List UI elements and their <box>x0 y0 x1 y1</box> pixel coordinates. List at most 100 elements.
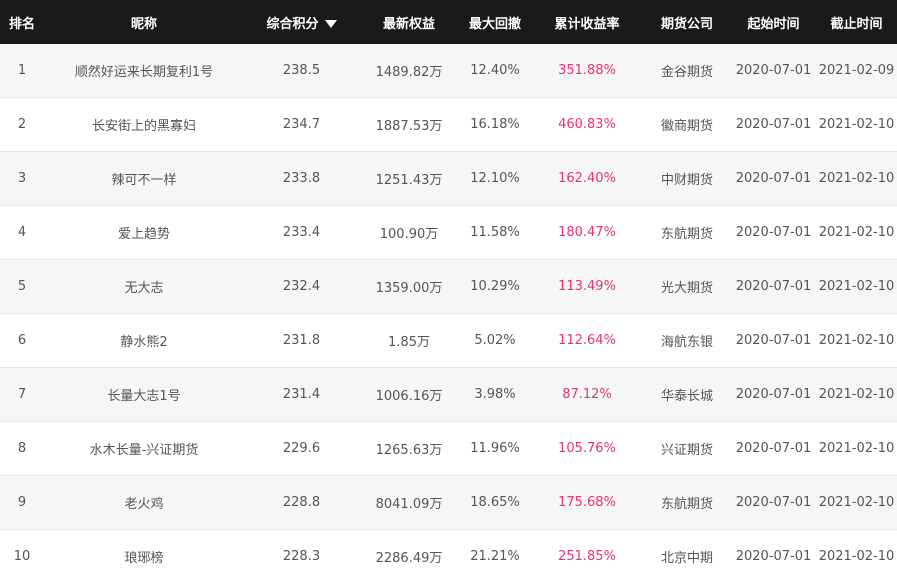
cell-drawdown: 12.40% <box>459 44 531 98</box>
cell-rank: 9 <box>0 475 44 530</box>
cell-start: 2020-07-01 <box>731 151 816 206</box>
cell-drawdown: 16.18% <box>459 97 531 152</box>
cell-company: 金谷期货 <box>643 44 731 98</box>
cell-drawdown: 10.29% <box>459 259 531 314</box>
cell-start: 2020-07-01 <box>731 97 816 152</box>
header-score-label: 综合积分 <box>266 16 319 32</box>
cell-score: 231.4 <box>244 367 359 422</box>
cell-rank: 6 <box>0 313 44 368</box>
cell-equity: 1251.43万 <box>359 151 459 206</box>
cell-return: 180.47% <box>531 205 643 260</box>
table-row[interactable]: 8 水木长量-兴证期货 229.6 1265.63万 11.96% 105.76… <box>0 421 897 476</box>
header-drawdown[interactable]: 最大回撤 <box>459 0 531 44</box>
cell-rank: 2 <box>0 97 44 152</box>
cell-return: 162.40% <box>531 151 643 206</box>
cell-score: 229.6 <box>244 421 359 476</box>
ranking-table-container: 排名 昵称 综合积分 最新权益 最大回撤 累计收益率 期货公司 起始时间 截止时… <box>0 0 897 579</box>
cell-return: 87.12% <box>531 367 643 422</box>
cell-start: 2020-07-01 <box>731 475 816 530</box>
cell-rank: 4 <box>0 205 44 260</box>
cell-nickname[interactable]: 老火鸡 <box>44 475 244 530</box>
cell-equity: 1265.63万 <box>359 421 459 476</box>
header-rank[interactable]: 排名 <box>0 0 44 44</box>
cell-company: 东航期货 <box>643 205 731 260</box>
cell-end: 2021-02-10 <box>816 313 897 368</box>
header-return[interactable]: 累计收益率 <box>531 0 643 44</box>
cell-score: 231.8 <box>244 313 359 368</box>
table-row[interactable]: 1 顺然好运来长期复利1号 238.5 1489.82万 12.40% 351.… <box>0 44 897 98</box>
table-body: 1 顺然好运来长期复利1号 238.5 1489.82万 12.40% 351.… <box>0 44 897 579</box>
cell-score: 233.8 <box>244 151 359 206</box>
cell-company: 北京中期 <box>643 529 731 579</box>
cell-rank: 7 <box>0 367 44 422</box>
cell-nickname[interactable]: 爱上趋势 <box>44 205 244 260</box>
cell-drawdown: 3.98% <box>459 367 531 422</box>
cell-end: 2021-02-10 <box>816 97 897 152</box>
header-company-label: 期货公司 <box>660 16 713 32</box>
header-nickname[interactable]: 昵称 <box>44 0 244 44</box>
cell-nickname[interactable]: 顺然好运来长期复利1号 <box>44 44 244 98</box>
cell-drawdown: 12.10% <box>459 151 531 206</box>
cell-drawdown: 21.21% <box>459 529 531 579</box>
cell-company: 中财期货 <box>643 151 731 206</box>
header-equity[interactable]: 最新权益 <box>359 0 459 44</box>
cell-nickname[interactable]: 静水熊2 <box>44 313 244 368</box>
table-row[interactable]: 9 老火鸡 228.8 8041.09万 18.65% 175.68% 东航期货… <box>0 475 897 530</box>
header-return-label: 累计收益率 <box>554 16 620 32</box>
cell-nickname[interactable]: 长量大志1号 <box>44 367 244 422</box>
header-rank-label: 排名 <box>8 16 35 32</box>
header-end[interactable]: 截止时间 <box>816 0 897 44</box>
cell-equity: 1887.53万 <box>359 97 459 152</box>
cell-start: 2020-07-01 <box>731 259 816 314</box>
cell-drawdown: 11.96% <box>459 421 531 476</box>
cell-return: 105.76% <box>531 421 643 476</box>
cell-start: 2020-07-01 <box>731 367 816 422</box>
cell-company: 光大期货 <box>643 259 731 314</box>
header-end-label: 截止时间 <box>830 16 883 32</box>
cell-end: 2021-02-10 <box>816 421 897 476</box>
table-row[interactable]: 3 辣可不一样 233.8 1251.43万 12.10% 162.40% 中财… <box>0 151 897 206</box>
table-row[interactable]: 2 长安街上的黑寡妇 234.7 1887.53万 16.18% 460.83%… <box>0 97 897 152</box>
cell-nickname[interactable]: 水木长量-兴证期货 <box>44 421 244 476</box>
cell-rank: 8 <box>0 421 44 476</box>
cell-return: 112.64% <box>531 313 643 368</box>
cell-start: 2020-07-01 <box>731 313 816 368</box>
cell-nickname[interactable]: 长安街上的黑寡妇 <box>44 97 244 152</box>
header-company[interactable]: 期货公司 <box>643 0 731 44</box>
cell-score: 232.4 <box>244 259 359 314</box>
cell-score: 233.4 <box>244 205 359 260</box>
cell-nickname[interactable]: 无大志 <box>44 259 244 314</box>
cell-return: 351.88% <box>531 44 643 98</box>
cell-start: 2020-07-01 <box>731 421 816 476</box>
cell-score: 234.7 <box>244 97 359 152</box>
table-row[interactable]: 7 长量大志1号 231.4 1006.16万 3.98% 87.12% 华泰长… <box>0 367 897 422</box>
cell-score: 238.5 <box>244 44 359 98</box>
table-row[interactable]: 10 琅琊榜 228.3 2286.49万 21.21% 251.85% 北京中… <box>0 529 897 579</box>
table-row[interactable]: 4 爱上趋势 233.4 100.90万 11.58% 180.47% 东航期货… <box>0 205 897 260</box>
header-equity-label: 最新权益 <box>382 16 435 32</box>
cell-rank: 5 <box>0 259 44 314</box>
cell-nickname[interactable]: 辣可不一样 <box>44 151 244 206</box>
cell-equity: 1006.16万 <box>359 367 459 422</box>
table-header-row: 排名 昵称 综合积分 最新权益 最大回撤 累计收益率 期货公司 起始时间 截止时… <box>0 0 897 44</box>
sort-desc-icon[interactable] <box>324 20 337 28</box>
cell-end: 2021-02-10 <box>816 259 897 314</box>
cell-company: 华泰长城 <box>643 367 731 422</box>
header-start[interactable]: 起始时间 <box>731 0 816 44</box>
cell-start: 2020-07-01 <box>731 44 816 98</box>
cell-end: 2021-02-10 <box>816 151 897 206</box>
header-nickname-label: 昵称 <box>130 16 157 32</box>
cell-rank: 1 <box>0 44 44 98</box>
cell-drawdown: 18.65% <box>459 475 531 530</box>
header-drawdown-label: 最大回撤 <box>468 16 521 32</box>
cell-nickname[interactable]: 琅琊榜 <box>44 529 244 579</box>
table-row[interactable]: 6 静水熊2 231.8 1.85万 5.02% 112.64% 海航东银 20… <box>0 313 897 368</box>
header-score[interactable]: 综合积分 <box>244 0 359 44</box>
cell-return: 175.68% <box>531 475 643 530</box>
cell-equity: 100.90万 <box>359 205 459 260</box>
cell-end: 2021-02-10 <box>816 205 897 260</box>
table-row[interactable]: 5 无大志 232.4 1359.00万 10.29% 113.49% 光大期货… <box>0 259 897 314</box>
cell-score: 228.8 <box>244 475 359 530</box>
cell-rank: 10 <box>0 529 44 579</box>
cell-equity: 1.85万 <box>359 313 459 368</box>
